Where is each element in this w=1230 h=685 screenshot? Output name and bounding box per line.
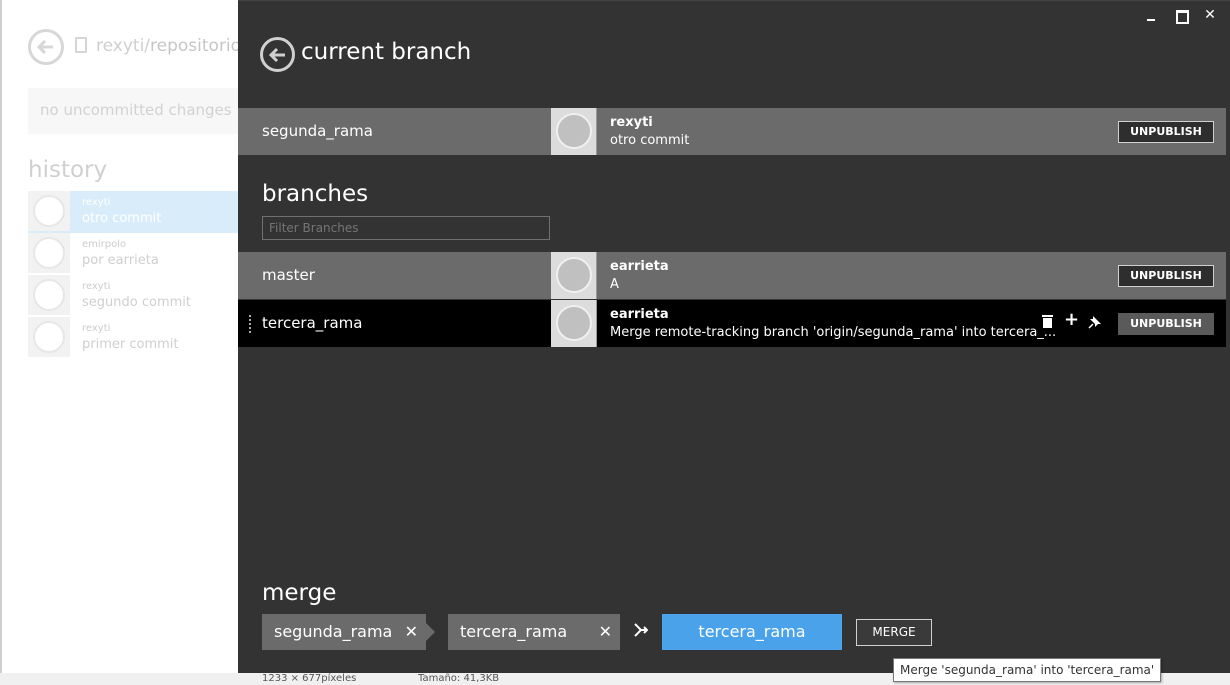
merge-glyph-icon [634, 623, 649, 637]
commit-author: earrieta [610, 259, 669, 274]
maximize-button[interactable] [1172, 7, 1190, 24]
repo-icon [75, 37, 87, 53]
github-avatar-icon [33, 237, 65, 269]
commit-message: otro commit [610, 133, 690, 148]
remove-source-icon[interactable]: ✕ [405, 614, 418, 650]
merge-result-chip[interactable]: tercera_rama [662, 614, 842, 650]
close-button[interactable]: ✕ [1201, 7, 1219, 23]
repository-sidebar: rexyti/repositorioN no uncommitted chang… [0, 0, 238, 673]
history-message: primer commit [82, 337, 179, 352]
unpublish-button[interactable]: UNPUBLISH [1118, 313, 1214, 335]
history-author: rexyti [82, 323, 111, 334]
merge-button[interactable]: MERGE [856, 619, 932, 646]
merge-source-chip[interactable]: segunda_rama ✕ [262, 614, 426, 650]
arrow-left-icon [36, 39, 53, 55]
github-avatar-icon [33, 321, 65, 353]
github-avatar-icon [33, 195, 65, 227]
avatar [28, 233, 70, 273]
minimize-button[interactable] [1142, 7, 1160, 23]
history-item[interactable]: emirpolo por earrieta [28, 233, 238, 275]
repo-owner: rexyti [96, 36, 145, 56]
github-avatar-icon [556, 113, 592, 149]
app-root: rexyti/repositorioN no uncommitted chang… [0, 0, 1230, 685]
merge-arrow-icon [634, 622, 649, 642]
merge-source-label: segunda_rama [274, 622, 393, 641]
unpublish-button[interactable]: UNPUBLISH [1118, 265, 1214, 287]
branches-title: branches [262, 181, 369, 207]
merge-title: merge [262, 580, 337, 606]
github-avatar-icon [556, 257, 592, 293]
history-item[interactable]: rexyti otro commit [28, 191, 238, 233]
image-dimensions: 1233 × 677píxeles [262, 673, 357, 684]
github-avatar-icon [556, 305, 592, 341]
history-item[interactable]: rexyti segundo commit [28, 275, 238, 317]
arrow-left-icon [268, 47, 285, 63]
history-title: history [28, 157, 108, 183]
current-branch-name: segunda_rama [262, 122, 373, 140]
merge-tooltip: Merge 'segunda_rama' into 'tercera_rama' [893, 658, 1162, 682]
back-button[interactable] [260, 37, 295, 72]
avatar [551, 252, 597, 299]
uncommitted-changes-box[interactable]: no uncommitted changes [28, 88, 238, 134]
merge-destination-chip[interactable]: tercera_rama ✕ [448, 614, 620, 650]
avatar [28, 275, 70, 315]
history-message: por earrieta [82, 253, 159, 268]
avatar [551, 300, 597, 347]
sidebar-back-button[interactable] [28, 29, 64, 65]
pin-icon-glyph [1088, 316, 1101, 329]
avatar [551, 108, 597, 155]
current-branch-row[interactable]: segunda_rama rexyti otro commit UNPUBLIS… [238, 108, 1226, 155]
chip-arrow-icon [426, 623, 435, 641]
branch-row-master[interactable]: master earrieta A UNPUBLISH [238, 252, 1226, 299]
branch-panel: ✕ current branch segunda_rama rexyti otr… [238, 0, 1230, 673]
history-author: rexyti [82, 197, 111, 208]
merge-destination-label: tercera_rama [460, 622, 568, 641]
history-item[interactable]: rexyti primer commit [28, 317, 238, 359]
history-author: emirpolo [82, 239, 127, 250]
pin-icon[interactable] [1088, 315, 1102, 333]
history-message: otro commit [82, 211, 162, 226]
file-size: Tamaño: 41,3KB [418, 673, 500, 684]
unpublish-button[interactable]: UNPUBLISH [1118, 121, 1214, 143]
branch-name: tercera_rama [262, 314, 363, 332]
filter-branches-input[interactable] [262, 216, 550, 240]
avatar [28, 191, 70, 231]
commit-author: rexyti [610, 115, 653, 130]
current-branch-title: current branch [301, 39, 472, 65]
avatar [28, 317, 70, 357]
repo-name: repositorioN [150, 36, 238, 56]
commit-message: Merge remote-tracking branch 'origin/seg… [610, 325, 1057, 340]
remove-destination-icon[interactable]: ✕ [599, 614, 612, 650]
branch-row-tercera-rama[interactable]: tercera_rama earrieta Merge remote-track… [238, 300, 1226, 347]
plus-icon[interactable]: + [1064, 311, 1079, 329]
commit-message: A [610, 277, 619, 292]
history-author: rexyti [82, 281, 111, 292]
github-avatar-icon [33, 279, 65, 311]
history-message: segundo commit [82, 295, 191, 310]
drag-handle-icon[interactable] [249, 315, 253, 333]
commit-author: earrieta [610, 307, 669, 322]
branch-name: master [262, 266, 315, 284]
repo-path: rexyti/repositorioN [96, 36, 238, 56]
history-list: rexyti otro commit emirpolo por earrieta rex… [28, 191, 238, 359]
trash-icon[interactable] [1042, 315, 1054, 329]
